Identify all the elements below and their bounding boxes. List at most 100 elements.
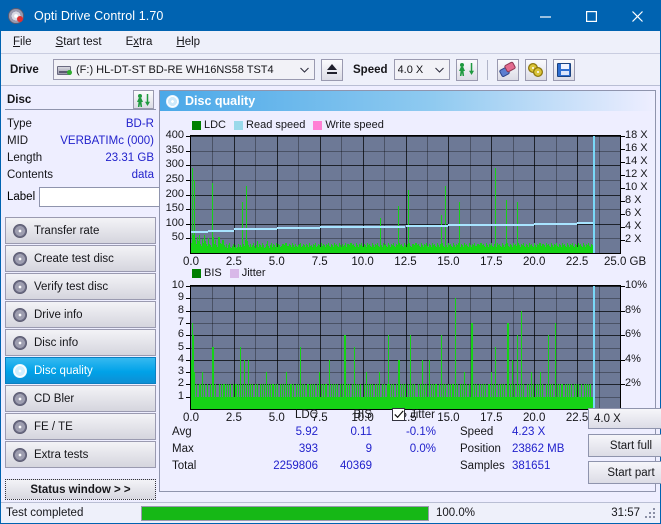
y2-axis-tick-label: 6 X	[625, 207, 642, 219]
sidebar-item-drive-info[interactable]: Drive info	[5, 301, 156, 328]
legend-label: Jitter	[241, 267, 266, 279]
sidebar-item-verify-test-disc[interactable]: Verify test disc	[5, 273, 156, 300]
copy-disc-button[interactable]	[524, 58, 547, 81]
sidebar-item-disc-info[interactable]: Disc info	[5, 329, 156, 356]
sidebar-item-label: FE / TE	[34, 420, 73, 433]
app-disc-icon	[8, 7, 26, 25]
toolbar-separator	[486, 59, 488, 80]
disc-label-label: Label	[7, 191, 36, 203]
sidebar-item-transfer-rate[interactable]: Transfer rate	[5, 217, 156, 244]
elapsed-time: 31:57	[611, 507, 640, 519]
y-axis-tick	[186, 179, 190, 181]
disc-icon	[13, 307, 27, 322]
disc-type-value: BD-R	[125, 117, 154, 130]
save-button[interactable]	[552, 58, 575, 81]
disc-icon	[13, 279, 27, 294]
y-axis-tick-label: 150	[165, 202, 184, 215]
progress-label: 100.0%	[436, 507, 476, 519]
statistics-panel: LDC BIS Avg 5.92 0.11 Max 393 9 Total 22…	[160, 405, 661, 491]
legend-swatch	[192, 268, 201, 278]
grid-line	[191, 165, 620, 166]
stats-row-max-label: Max	[172, 443, 194, 455]
speed-select[interactable]: 4.0 X	[393, 59, 450, 80]
sidebar-item-cd-bler[interactable]: CD Bler	[5, 385, 156, 412]
bar	[454, 298, 456, 409]
y2-axis-tick-label: 12 X	[625, 168, 648, 180]
y-axis-tick	[186, 223, 190, 225]
title-bar: Opti Drive Control 1.70	[1, 1, 660, 31]
jitter-value-2: 0.0%	[409, 443, 436, 455]
content-panel: Disc quality LDC Read speed Write speed 50 1…	[159, 90, 661, 492]
stats-col-ldc: LDC	[294, 409, 318, 421]
chart-legend: BIS Jitter	[192, 267, 270, 279]
legend-label: BIS	[204, 267, 222, 279]
legend-swatch	[313, 120, 323, 130]
sidebar-item-fe-te[interactable]: FE / TE	[5, 413, 156, 440]
disc-info-list: Type BD-R MID VERBATIMc (000) Length 23.…	[5, 110, 244, 208]
sidebar-item-extra-tests[interactable]: Extra tests	[5, 441, 156, 468]
jitter-checkbox[interactable]	[392, 408, 405, 421]
read-speed-line	[362, 225, 406, 228]
test-speed-select[interactable]: 4.0 X	[588, 408, 661, 429]
x-axis-tick-label: 25.0 GB	[603, 256, 647, 268]
sidebar-item-label: Disc quality	[34, 364, 93, 377]
resize-grip-icon[interactable]	[645, 508, 657, 520]
y-axis-tick-label: 2	[177, 377, 184, 390]
content-header: Disc quality	[160, 91, 655, 111]
legend-item: Read speed	[234, 119, 305, 131]
x-axis-tick-label: 22.5	[565, 256, 589, 268]
stats-max-bis: 9	[365, 443, 372, 455]
menu-extra[interactable]: Extra	[123, 34, 156, 50]
status-bar: Test completed 100.0% 31:57	[1, 502, 660, 523]
disc-mid-value: VERBATIMc (000)	[60, 134, 154, 147]
status-text: Test completed	[6, 507, 84, 519]
drive-icon	[57, 63, 72, 76]
refresh-scan-button[interactable]	[455, 58, 478, 81]
y-axis-tick-label: 100	[165, 216, 184, 229]
y2-axis-tick	[621, 136, 625, 137]
maximize-icon[interactable]	[568, 1, 614, 31]
minimize-icon[interactable]	[522, 1, 568, 31]
y2-axis-tick-label: 10 X	[625, 181, 648, 193]
eject-button[interactable]	[321, 58, 343, 81]
y-axis-tick-label: 6	[177, 328, 184, 341]
close-icon[interactable]	[614, 1, 660, 31]
y-axis-tick-label: 9	[177, 291, 184, 304]
menu-start-test[interactable]: Start test	[53, 34, 105, 50]
erase-button[interactable]	[496, 58, 519, 81]
disc-icon	[13, 447, 27, 462]
y-axis-tick	[186, 359, 190, 361]
grid-line	[191, 286, 620, 287]
sidebar-item-label: Disc info	[34, 336, 79, 349]
status-window-button[interactable]: Status window > >	[5, 479, 156, 500]
y-axis-tick	[186, 347, 190, 349]
legend-label: Read speed	[246, 119, 306, 131]
y2-axis-tick-label: 8 X	[625, 194, 642, 206]
stats-max-ldc: 393	[298, 443, 318, 455]
erase-icon	[498, 60, 517, 78]
app-window: Opti Drive Control 1.70 File Start test …	[0, 0, 661, 524]
start-part-button[interactable]: Start part	[588, 461, 661, 484]
disc-refresh-button[interactable]	[133, 90, 154, 109]
disc-icon	[13, 335, 27, 350]
stats-row-avg-label: Avg	[172, 426, 192, 438]
y-axis-tick-label: 50	[171, 231, 184, 244]
drive-select[interactable]: (F:) HL-DT-ST BD-RE WH16NS58 TST4	[53, 59, 315, 80]
menu-file[interactable]: File	[10, 34, 35, 50]
y-axis-tick-label: 5	[177, 340, 184, 353]
read-speed-line	[577, 222, 593, 225]
y-axis-tick	[186, 298, 190, 300]
sidebar-item-disc-quality[interactable]: Disc quality	[5, 357, 156, 384]
disc-info-row: Length 23.31 GB	[7, 149, 154, 166]
speed-select-value: 4.0 X	[397, 63, 424, 76]
position-cursor	[593, 136, 595, 253]
legend-item: LDC	[192, 119, 226, 131]
start-full-button[interactable]: Start full	[588, 434, 661, 457]
menu-help[interactable]: Help	[173, 34, 203, 50]
sidebar-item-create-test-disc[interactable]: Create test disc	[5, 245, 156, 272]
y-axis-tick	[186, 238, 190, 240]
y-axis-tick-label: 400	[165, 129, 184, 141]
grid-line	[191, 298, 620, 299]
read-speed-line	[405, 225, 449, 228]
y-axis-tick	[186, 194, 190, 196]
